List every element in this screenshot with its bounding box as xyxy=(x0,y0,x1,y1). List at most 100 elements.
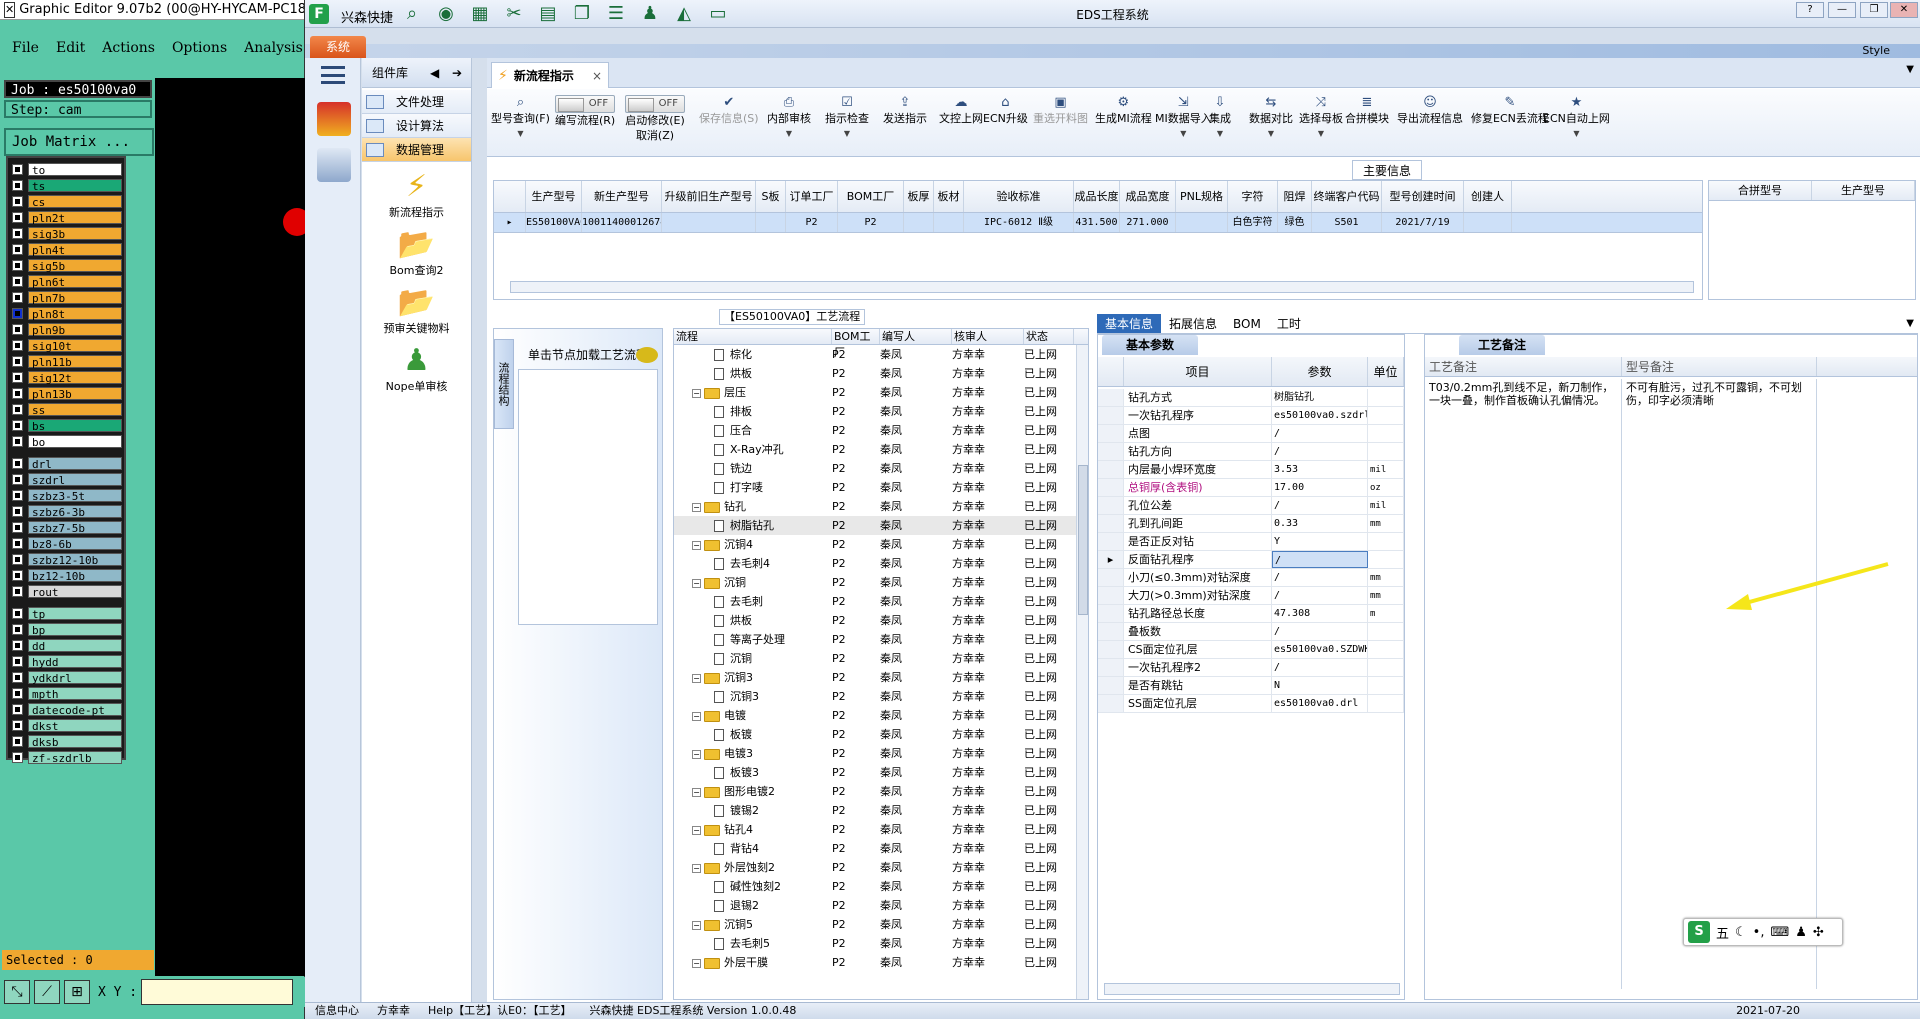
info-tab[interactable]: 拓展信息 xyxy=(1161,314,1225,333)
column-header[interactable]: 生产型号 xyxy=(526,181,582,212)
menu-analysis[interactable]: Analysis xyxy=(244,40,303,56)
column-header[interactable]: 单位 xyxy=(1368,357,1404,386)
layer-checkbox[interactable] xyxy=(12,655,23,667)
tree-node[interactable]: 棕化 xyxy=(674,345,832,364)
moon-icon[interactable]: ☾ xyxy=(1735,925,1747,940)
collapse-icon[interactable]: − xyxy=(692,388,701,398)
chevron-down-icon[interactable]: ▼ xyxy=(1155,127,1212,141)
tool-bom-query[interactable]: 📂 Bom查询2 xyxy=(362,228,471,278)
chevron-down-icon[interactable]: ▼ xyxy=(491,127,550,141)
column-header[interactable]: S板 xyxy=(756,181,786,212)
layer-row[interactable]: dd xyxy=(12,638,122,653)
layer-checkbox[interactable] xyxy=(12,355,23,367)
row-marker[interactable] xyxy=(1098,425,1124,442)
toolbar-button-2[interactable]: OFF 启动修改(E) 取消(Z) xyxy=(625,95,685,143)
tab-list-icon[interactable]: ▼ xyxy=(1906,64,1914,75)
layer-row[interactable]: pln9b xyxy=(12,322,122,337)
collapse-icon[interactable]: − xyxy=(692,825,701,835)
hamburger-icon[interactable] xyxy=(321,66,345,84)
layer-checkbox[interactable] xyxy=(12,243,23,255)
table-cell[interactable]: 绿色 xyxy=(1278,213,1312,232)
param-value[interactable]: Y xyxy=(1272,533,1368,550)
row-marker[interactable] xyxy=(1098,587,1124,604)
layer-row[interactable]: dksb xyxy=(12,734,122,749)
tree-node[interactable]: 烘板 xyxy=(674,364,832,383)
table-cell[interactable] xyxy=(934,213,964,232)
tree-row[interactable]: 打字唛 P2 秦凤 方幸幸 已上网 xyxy=(674,478,1088,497)
layer-row[interactable]: pln8t xyxy=(12,306,122,321)
collapse-left-icon[interactable]: ◀ xyxy=(430,58,439,88)
param-row[interactable]: 内层最小焊环宽度 3.53 mil xyxy=(1098,461,1404,479)
tree-row[interactable]: 镀锡2 P2 秦凤 方幸幸 已上网 xyxy=(674,801,1088,820)
table-row[interactable]: ▸ ES50100VA0 10011400012674 P2 P2 IPC-6012 Ⅱ级… xyxy=(494,213,1702,233)
chevron-down-icon[interactable]: ▼ xyxy=(1906,314,1918,333)
chevron-down-icon[interactable]: ▼ xyxy=(1543,127,1610,141)
tree-node[interactable]: − 沉铜 xyxy=(674,573,832,592)
layer-checkbox[interactable] xyxy=(12,505,23,517)
layer-checkbox[interactable] xyxy=(12,195,23,207)
collapse-icon[interactable]: − xyxy=(692,863,701,873)
user-icon[interactable]: ♟ xyxy=(1795,925,1807,940)
param-row[interactable]: 小刀(≤0.3mm)对钻深度 / mm xyxy=(1098,569,1404,587)
menu-actions[interactable]: Actions xyxy=(102,40,155,56)
tree-node[interactable]: − 层压 xyxy=(674,383,832,402)
grid-tool-icon[interactable]: ⊞ xyxy=(64,980,90,1004)
layer-checkbox[interactable] xyxy=(12,259,23,271)
tree-row[interactable]: 板镀 P2 秦凤 方幸幸 已上网 xyxy=(674,725,1088,744)
layer-row[interactable]: sig12t xyxy=(12,370,122,385)
tree-node[interactable]: − 图形电镀2 xyxy=(674,782,832,801)
layer-checkbox[interactable] xyxy=(12,211,23,223)
tree-row[interactable]: 铣边 P2 秦凤 方幸幸 已上网 xyxy=(674,459,1088,478)
tree-row[interactable]: 等离子处理 P2 秦凤 方幸幸 已上网 xyxy=(674,630,1088,649)
param-value[interactable]: / xyxy=(1272,497,1368,514)
tree-node[interactable]: 退锡2 xyxy=(674,896,832,915)
param-row[interactable]: 孔位公差 / mil xyxy=(1098,497,1404,515)
row-marker[interactable] xyxy=(1098,497,1124,514)
layer-checkbox[interactable] xyxy=(12,671,23,683)
table-cell[interactable]: 白色字符 xyxy=(1228,213,1278,232)
param-row[interactable]: 总铜厚(含表铜) 17.00 oz xyxy=(1098,479,1404,497)
row-marker[interactable] xyxy=(1098,389,1124,406)
column-header[interactable]: 创建人 xyxy=(1464,181,1512,212)
layer-row[interactable]: mpth xyxy=(12,686,122,701)
row-marker[interactable]: ▸ xyxy=(1098,551,1124,568)
nav-item-file-processing[interactable]: 文件处理 xyxy=(362,90,471,114)
param-row[interactable]: 点图 / xyxy=(1098,425,1404,443)
tree-row[interactable]: − 电镀3 P2 秦凤 方幸幸 已上网 xyxy=(674,744,1088,763)
tree-row[interactable]: − 图形电镀2 P2 秦凤 方幸幸 已上网 xyxy=(674,782,1088,801)
toolbar-button-6[interactable]: ⇪ 发送指示 xyxy=(883,95,927,127)
tree-node[interactable]: 背钻4 xyxy=(674,839,832,858)
param-value[interactable]: / xyxy=(1272,443,1368,460)
tree-row[interactable]: 板镀3 P2 秦凤 方幸幸 已上网 xyxy=(674,763,1088,782)
column-header[interactable]: 成品宽度 xyxy=(1120,181,1176,212)
layer-row[interactable]: hydd xyxy=(12,654,122,669)
param-value[interactable]: N xyxy=(1272,677,1368,694)
tree-node[interactable]: 打字唛 xyxy=(674,478,832,497)
column-header[interactable]: 编写人 xyxy=(880,329,952,344)
grid-icon[interactable]: ✣ xyxy=(1813,925,1824,940)
tree-row[interactable]: − 钻孔 P2 秦凤 方幸幸 已上网 xyxy=(674,497,1088,516)
layer-checkbox[interactable] xyxy=(12,163,23,175)
table-cell[interactable]: 2021/7/19 xyxy=(1382,213,1464,232)
row-marker[interactable] xyxy=(1098,479,1124,496)
tree-row[interactable]: 烘板 P2 秦凤 方幸幸 已上网 xyxy=(674,364,1088,383)
tree-node[interactable]: 等离子处理 xyxy=(674,630,832,649)
param-row[interactable]: 大刀(>0.3mm)对钻深度 / mm xyxy=(1098,587,1404,605)
tree-row[interactable]: 压合 P2 秦凤 方幸幸 已上网 xyxy=(674,421,1088,440)
layer-row[interactable]: sig5b xyxy=(12,258,122,273)
layer-checkbox[interactable] xyxy=(12,537,23,549)
row-marker[interactable] xyxy=(1098,695,1124,712)
ribbon-tab-system[interactable]: 系统 xyxy=(310,36,366,58)
param-value[interactable]: 树脂钻孔 xyxy=(1272,389,1368,406)
layer-row[interactable]: sig10t xyxy=(12,338,122,353)
style-menu[interactable]: Style xyxy=(1862,44,1890,57)
layer-row[interactable]: bz12-10b xyxy=(12,568,122,583)
layer-row[interactable]: szbz6-3b xyxy=(12,504,122,519)
tree-row[interactable]: 去毛刺4 P2 秦凤 方幸幸 已上网 xyxy=(674,554,1088,573)
collapse-icon[interactable]: − xyxy=(692,920,701,930)
column-header[interactable]: 终端客户代码 xyxy=(1312,181,1382,212)
param-value[interactable]: / xyxy=(1272,569,1368,586)
param-value[interactable]: / xyxy=(1272,587,1368,604)
tab-new-flow[interactable]: ⚡ 新流程指示 × xyxy=(491,62,609,88)
layer-checkbox[interactable] xyxy=(12,703,23,715)
